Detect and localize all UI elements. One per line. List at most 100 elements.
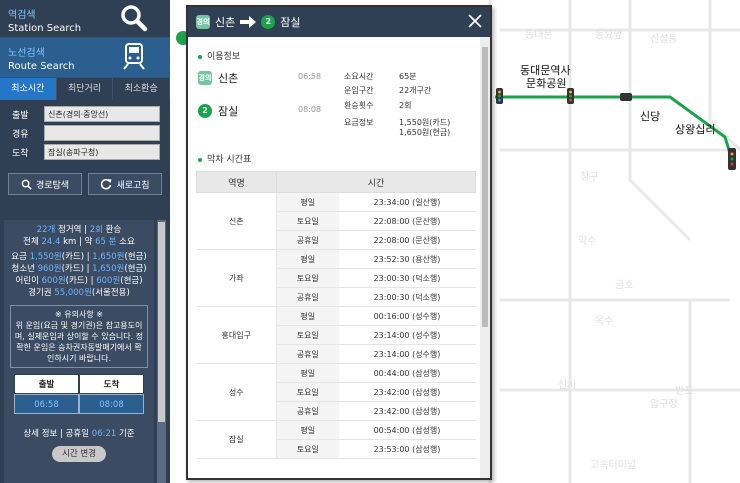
popup-to-station: 잠실 <box>280 16 301 29</box>
time-box: 출발 06:58 도착 08:08 <box>14 374 144 414</box>
route-detail-popup: 경의 신촌 2 잠실 이용정보 경의 신촌 06:58 2 잠실 08:08 소… <box>186 5 492 480</box>
station-name-cell: 잠실 <box>196 420 277 459</box>
map-label[interactable]: 청구 <box>580 168 598 183</box>
table-header-station: 역명 <box>196 171 277 193</box>
end-station-line: 2 잠실 <box>198 103 238 119</box>
day-type-cell: 토요일 <box>276 439 339 459</box>
day-type-cell: 평일 <box>276 363 339 383</box>
map-label[interactable]: 반포 <box>675 382 693 397</box>
day-type-cell: 평일 <box>276 192 339 212</box>
map-label[interactable]: 약수 <box>578 232 596 247</box>
arrive-time-value: 08:08 <box>79 394 144 414</box>
day-type-cell: 토요일 <box>276 382 339 402</box>
map-label[interactable]: 옥수 <box>595 312 613 327</box>
info-row-transfers: 환승횟수 2회 <box>344 101 412 110</box>
last-train-time-cell: 00:54:00 (삼성행) <box>338 420 476 440</box>
sidebar-scroll-thumb[interactable] <box>158 222 165 422</box>
depart-time-header: 출발 <box>14 374 79 394</box>
last-train-time-cell: 23:42:00 (삼성행) <box>338 401 476 421</box>
arrive-label: 도착 <box>12 148 29 159</box>
map-label[interactable]: 압구정 <box>650 395 678 410</box>
tab-min-time[interactable]: 최소시간 <box>0 78 57 100</box>
sidebar: 역검색 Station Search 노선검색 Route Search 최소시… <box>0 0 171 483</box>
sidebar-scrollbar[interactable] <box>157 220 166 483</box>
via-field[interactable] <box>44 125 160 141</box>
info-row-fare-sections: 운임구간 22개구간 <box>344 86 432 95</box>
route-summary-panel: 22개 정거역 | 2회 환승 전체 24.4 km | 약 65 분 소요 요… <box>4 220 154 483</box>
station-name-cell: 홍대입구 <box>196 306 277 364</box>
line-badge-gyeongui: 경의 <box>198 71 212 85</box>
refresh-button-label: 새로고침 <box>116 180 150 191</box>
start-station-name: 신촌 <box>218 72 239 85</box>
depart-field[interactable]: 신촌(경의·중앙선) <box>44 106 160 122</box>
close-icon[interactable] <box>466 12 484 30</box>
last-train-time-cell: 23:14:00 (성수행) <box>338 344 476 364</box>
last-train-table: 역명 시간 신촌 평일 23:34:00 (일산행) 토요일 22:08:00 (문산행… <box>196 171 476 459</box>
map-label[interactable]: 문화공원 <box>526 75 566 91</box>
table-row: 홍대입구 평일 00:16:00 (성수행) <box>196 306 476 364</box>
change-time-button[interactable]: 시간 변경 <box>52 446 106 462</box>
station-search-menu[interactable]: 역검색 Station Search <box>0 0 170 38</box>
route-search-menu[interactable]: 노선검색 Route Search <box>0 38 170 78</box>
last-train-time-cell: 22:08:00 (문산행) <box>338 230 476 250</box>
last-train-time-cell: 23:00:30 (덕소행) <box>338 268 476 288</box>
map-label[interactable]: 상왕십리 <box>675 121 715 137</box>
fare-child: 어린이 600원(카드) | 600원(현금) <box>15 276 143 286</box>
route-search-button[interactable]: 경로탐색 <box>8 173 82 195</box>
start-station-line: 경의 신촌 <box>198 70 238 86</box>
magnifier-icon <box>121 5 148 32</box>
depart-time-value: 06:58 <box>14 394 79 414</box>
table-header-time: 시간 <box>276 171 476 193</box>
day-type-cell: 평일 <box>276 420 339 440</box>
table-row: 잠실 평일 00:54:00 (삼성행) <box>196 420 476 459</box>
station-name-cell: 신촌 <box>196 192 277 250</box>
station-name-cell: 가좌 <box>196 249 277 307</box>
last-train-section-title: 막차 시간표 <box>198 152 474 165</box>
last-train-time-cell: 00:16:00 (성수행) <box>338 306 476 326</box>
end-station-name: 잠실 <box>218 105 239 118</box>
tab-shortest-distance[interactable]: 최단거리 <box>57 78 114 100</box>
last-train-time-cell: 22:08:00 (문산행) <box>338 211 476 231</box>
last-train-time-cell: 23:42:00 (삼성행) <box>338 382 476 402</box>
day-type-cell: 공휴일 <box>276 287 339 307</box>
map-label[interactable]: 신설동 <box>650 30 678 45</box>
popup-scrollbar[interactable] <box>480 37 490 478</box>
line-badge-2: 2 <box>198 104 212 118</box>
map-label[interactable]: 금호 <box>615 276 633 291</box>
notice-title: ※ 유의사항 ※ <box>55 310 103 319</box>
usage-info: 경의 신촌 06:58 2 잠실 08:08 소요시간 65분 운임구간 22개구간… <box>198 70 451 137</box>
route-search-button-label: 경로탐색 <box>35 180 70 191</box>
day-type-cell: 공휴일 <box>276 230 339 250</box>
end-time: 08:08 <box>298 105 322 114</box>
last-train-time-cell: 23:52:30 (용산행) <box>338 249 476 269</box>
arrive-field[interactable]: 잠실(송파구청) <box>44 144 160 160</box>
map-label[interactable]: 신사 <box>558 376 576 391</box>
notice-text: 위 운임(요금 및 경기권)은 참고용도이며, 실제운임과 상이할 수 있습니다… <box>14 321 144 363</box>
map-label[interactable]: 신당 <box>640 108 660 124</box>
notice-box: ※ 유의사항 ※ 위 운임(요금 및 경기권)은 참고용도이며, 실제운임과 상… <box>10 305 148 368</box>
last-train-time-cell: 23:53:00 (삼성행) <box>338 439 476 459</box>
day-type-cell: 토요일 <box>276 325 339 345</box>
table-row: 가좌 평일 23:52:30 (용산행) <box>196 249 476 307</box>
arrow-right-icon <box>240 16 257 28</box>
refresh-icon <box>101 178 112 190</box>
line-badge-2: 2 <box>261 15 276 29</box>
popup-scroll-thumb[interactable] <box>482 47 488 327</box>
line-badge-gyeongui: 경의 <box>196 15 210 29</box>
refresh-button[interactable]: 새로고침 <box>88 173 162 195</box>
map-label[interactable]: 동대문 <box>525 26 553 41</box>
fare-pass: 경기권 55,000원(서울전용) <box>28 288 130 298</box>
map-label[interactable]: 동묘앞 <box>595 26 623 41</box>
last-train-table-body: 신촌 평일 23:34:00 (일산행) 토요일 22:08:00 (문산행) 공휴일 22… <box>196 192 476 459</box>
start-time: 06:58 <box>298 72 322 81</box>
last-train-time-cell: 23:34:00 (일산행) <box>338 192 476 212</box>
usage-section-title: 이용정보 <box>198 49 474 62</box>
station-name-cell: 성수 <box>196 363 277 421</box>
depart-label: 출발 <box>12 110 29 121</box>
route-form: 출발 신촌(경의·중앙선) 경유 도착 잠실(송파구청) <box>0 100 170 169</box>
day-type-cell: 토요일 <box>276 268 339 288</box>
info-row-duration: 소요시간 65분 <box>344 72 417 81</box>
map-label[interactable]: 고속터미널 <box>590 456 636 471</box>
detail-info-line: 상세 정보 | 공휴일 06:21 기준 <box>23 429 135 439</box>
tab-min-transfer[interactable]: 최소환승 <box>113 78 171 100</box>
